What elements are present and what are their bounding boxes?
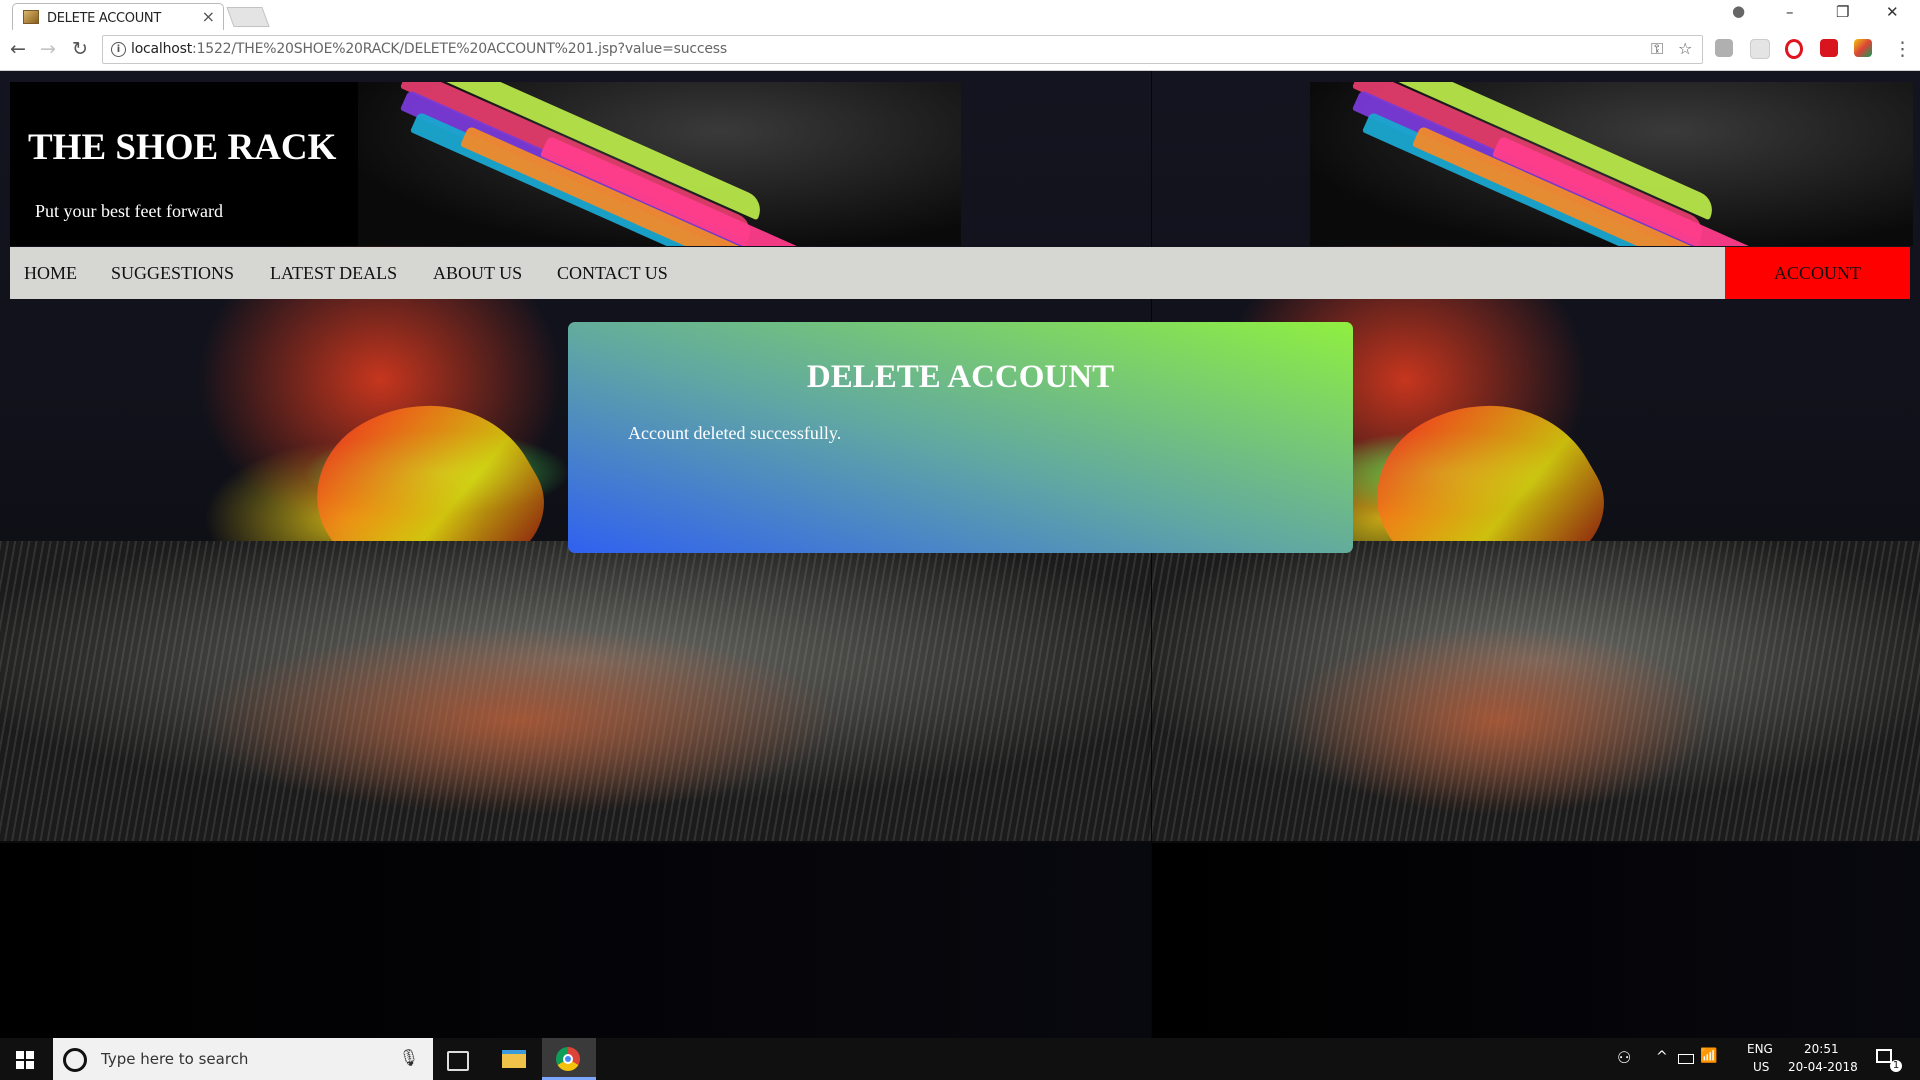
minimize-button[interactable]: – xyxy=(1786,3,1794,21)
tab-close-icon[interactable]: × xyxy=(202,7,215,26)
opera-extension-icon[interactable] xyxy=(1785,39,1803,59)
browser-menu-icon[interactable]: ⋮ xyxy=(1893,38,1912,60)
browser-tab-strip: DELETE ACCOUNT × ● – ❐ ✕ xyxy=(0,0,1920,30)
site-title: THE SHOE RACK xyxy=(28,127,337,168)
nav-about-us[interactable]: ABOUT US xyxy=(433,263,522,284)
panel-title: DELETE ACCOUNT xyxy=(806,359,1115,395)
close-window-button[interactable]: ✕ xyxy=(1886,3,1899,21)
extension-icon[interactable] xyxy=(1750,39,1770,59)
search-placeholder: Type here to search xyxy=(101,1050,249,1068)
bookmark-star-icon[interactable]: ☆ xyxy=(1678,39,1692,58)
extension-icon[interactable] xyxy=(1854,39,1872,57)
site-tagline: Put your best feet forward xyxy=(35,201,223,221)
nav-latest-deals[interactable]: LATEST DEALS xyxy=(270,263,397,284)
network-icon[interactable]: 📶 xyxy=(1700,1048,1717,1064)
task-view-icon[interactable] xyxy=(447,1051,469,1071)
web-page: THE SHOE RACK Put your best feet forward… xyxy=(0,71,1920,1038)
main-nav: HOME SUGGESTIONS LATEST DEALS ABOUT US C… xyxy=(10,247,1910,299)
account-button[interactable]: ACCOUNT xyxy=(1725,247,1910,299)
delete-account-panel: DELETE ACCOUNT Account deleted successfu… xyxy=(568,322,1353,553)
microphone-icon[interactable]: 🎙 xyxy=(399,1048,419,1068)
notification-icon[interactable] xyxy=(1876,1049,1892,1063)
browser-tab[interactable]: DELETE ACCOUNT × xyxy=(12,3,224,30)
restore-button[interactable]: ❐ xyxy=(1836,3,1849,21)
url-path: :1522/THE%20SHOE%20RACK/DELETE%20ACCOUNT… xyxy=(192,41,727,57)
forward-button[interactable]: → xyxy=(40,38,56,60)
reload-button[interactable]: ↻ xyxy=(72,38,88,60)
file-explorer-icon[interactable] xyxy=(502,1050,526,1068)
address-bar[interactable]: i localhost:1522/THE%20SHOE%20RACK/DELET… xyxy=(102,35,1703,64)
site-header: THE SHOE RACK Put your best feet forward xyxy=(10,82,961,246)
browser-toolbar: ← → ↻ i localhost:1522/THE%20SHOE%20RACK… xyxy=(0,30,1920,71)
extension-icon[interactable] xyxy=(1715,39,1733,57)
sneakers-banner-image xyxy=(358,82,961,246)
new-tab-button[interactable] xyxy=(226,7,270,27)
key-icon[interactable]: ⚿ xyxy=(1651,39,1663,59)
nav-suggestions[interactable]: SUGGESTIONS xyxy=(111,263,234,284)
language-indicator[interactable]: ENG xyxy=(1747,1042,1773,1056)
clock-date[interactable]: 20-04-2018 xyxy=(1788,1060,1858,1074)
battery-icon[interactable] xyxy=(1678,1054,1694,1064)
windows-start-icon[interactable] xyxy=(16,1051,34,1069)
region-indicator[interactable]: US xyxy=(1753,1060,1769,1074)
sneakers-banner-image xyxy=(1310,82,1913,246)
nav-contact-us[interactable]: CONTACT US xyxy=(557,263,668,284)
cortana-icon[interactable] xyxy=(63,1048,87,1072)
grass-image xyxy=(0,541,1151,841)
chrome-icon[interactable] xyxy=(556,1047,580,1071)
back-button[interactable]: ← xyxy=(10,38,26,60)
windows-taskbar: Type here to search 🎙 ⚇ ^ 📶 ENG US 20:51… xyxy=(0,1038,1920,1080)
notification-count-badge: 1 xyxy=(1890,1060,1902,1072)
grass-image xyxy=(1152,541,1920,841)
extension-icon[interactable] xyxy=(1820,39,1838,57)
background-image xyxy=(0,843,1151,1038)
people-icon[interactable]: ⚇ xyxy=(1617,1048,1631,1067)
url-text[interactable]: localhost:1522/THE%20SHOE%20RACK/DELETE%… xyxy=(131,41,727,57)
background-image xyxy=(1152,843,1920,1038)
site-info-icon[interactable]: i xyxy=(111,42,126,57)
url-host: localhost xyxy=(131,41,193,57)
chevron-up-icon[interactable]: ^ xyxy=(1656,1049,1668,1065)
taskbar-search-box[interactable]: Type here to search 🎙 xyxy=(53,1038,433,1080)
tab-title: DELETE ACCOUNT xyxy=(47,11,161,26)
favicon-icon xyxy=(23,10,39,24)
nav-home[interactable]: HOME xyxy=(24,263,77,284)
success-message: Account deleted successfully. xyxy=(628,423,842,443)
profile-icon[interactable]: ● xyxy=(1732,2,1745,20)
clock-time[interactable]: 20:51 xyxy=(1804,1042,1839,1056)
